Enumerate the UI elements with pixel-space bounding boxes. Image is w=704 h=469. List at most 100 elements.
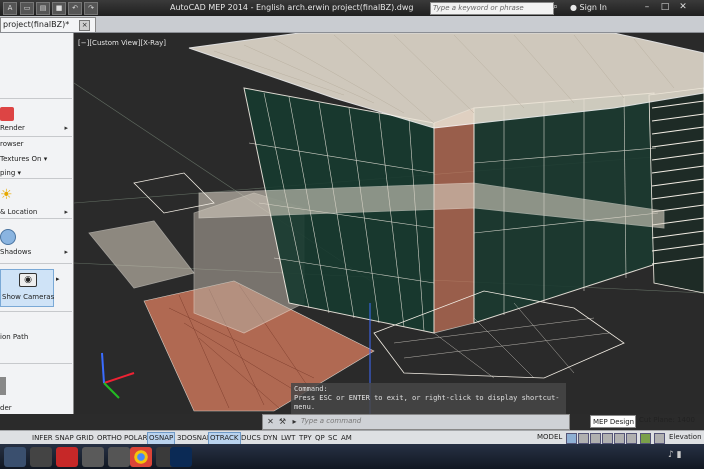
isolate-icon[interactable] xyxy=(654,433,665,444)
close-tab-icon[interactable]: × xyxy=(79,20,91,31)
new-icon[interactable]: ▭ xyxy=(20,2,34,15)
title-bar: A ▭ ▤ ■ ↶ ↷ AutoCAD MEP 2014 - English a… xyxy=(0,0,704,16)
app-tools-icon[interactable] xyxy=(108,447,130,467)
save-icon[interactable]: ■ xyxy=(52,2,66,15)
tab-document-label: project(finalBZ)* xyxy=(3,20,70,29)
cut-plane-value: 1400 xyxy=(677,416,695,424)
brick-column xyxy=(433,107,475,334)
search-input[interactable]: Type a keyword or phrase xyxy=(430,2,554,15)
palette-item-render-folder[interactable]: der xyxy=(0,404,70,412)
louvered-wall xyxy=(648,87,704,294)
expand-arrow-icon[interactable]: ▸ xyxy=(64,208,68,216)
file-tab-strip: project(finalBZ)* × xyxy=(0,16,704,33)
layout-icon[interactable] xyxy=(566,433,577,444)
palette-divider xyxy=(0,98,72,99)
palette-item-shadows[interactable]: Shadows ▸ xyxy=(0,248,70,256)
expand-arrow-icon[interactable]: ▸ xyxy=(64,124,68,132)
palette-item-location[interactable]: & Location ▸ xyxy=(0,208,70,216)
dropdown-arrow-icon[interactable]: ▾ xyxy=(44,155,48,163)
command-prompt-icon: ▸ xyxy=(292,417,297,426)
palette-item-textures[interactable]: Textures On ▾ xyxy=(0,155,70,163)
annotation-scale-icon[interactable] xyxy=(614,433,625,444)
palette-item-label: Textures On xyxy=(0,155,42,163)
model-space-button[interactable]: MODEL xyxy=(537,432,562,443)
workspace-switch-icon[interactable] xyxy=(626,433,637,444)
command-input[interactable]: Type a command xyxy=(301,417,361,425)
palette-divider xyxy=(0,178,72,179)
volume-icon[interactable]: ♪ xyxy=(668,450,674,460)
sign-in-label: Sign In xyxy=(579,3,607,12)
palette-divider xyxy=(0,311,72,312)
system-tray[interactable]: ♪ ▮ xyxy=(668,450,702,463)
tool-palette: Render ▸ rowser Textures On ▾ ping ▾ ☀ & … xyxy=(0,33,74,414)
palette-item-history[interactable]: ory xyxy=(0,413,70,414)
command-history-line: menu. xyxy=(294,403,316,411)
drawing-viewport[interactable]: [−][Custom View][X-Ray] xyxy=(74,33,704,414)
status-bar: INFER SNAP GRID ORTHO POLAR OSNAP 3DOSNA… xyxy=(0,430,704,445)
expand-arrow-icon[interactable]: ▸ xyxy=(56,275,70,283)
elevation-label[interactable]: Elevation xyxy=(669,432,702,443)
chrome-icon[interactable] xyxy=(130,447,152,467)
command-line[interactable]: ✕ ⚒ ▸ Type a command xyxy=(262,414,570,430)
close-button[interactable]: ✕ xyxy=(676,1,690,14)
minimize-button[interactable]: – xyxy=(640,1,654,14)
view-controls-label[interactable]: [−][Custom View][X-Ray] xyxy=(78,39,166,47)
sign-in-link[interactable]: ● Sign In xyxy=(570,3,607,12)
canopy-slab xyxy=(88,220,195,289)
redo-icon[interactable]: ↷ xyxy=(84,2,98,15)
lock-icon[interactable] xyxy=(640,433,651,444)
pan-icon[interactable] xyxy=(590,433,601,444)
open-icon[interactable]: ▤ xyxy=(36,2,50,15)
start-icon[interactable] xyxy=(4,447,26,467)
wrench-icon[interactable]: ⚒ xyxy=(278,417,287,426)
palette-divider xyxy=(0,136,72,137)
close-icon[interactable]: ✕ xyxy=(266,417,275,426)
palette-item-label: ory xyxy=(0,413,11,414)
palette-divider xyxy=(0,218,72,219)
app-gear-icon[interactable] xyxy=(82,447,104,467)
cut-plane-label: Cut Plane: xyxy=(639,416,675,424)
palette-item-label: rowser xyxy=(0,140,24,148)
palette-item-render[interactable]: Render ▸ xyxy=(0,124,70,132)
render-icon xyxy=(0,107,14,121)
shadows-icon xyxy=(0,229,16,245)
xray-building-model xyxy=(74,33,704,414)
folder-icon xyxy=(0,377,6,395)
palette-divider xyxy=(0,263,72,264)
windows-taskbar: ♪ ▮ xyxy=(0,444,704,469)
window-title: AutoCAD MEP 2014 - English arch.erwin pr… xyxy=(170,3,414,12)
search-icon[interactable]: ⌕ xyxy=(553,2,558,12)
ucs-icon xyxy=(101,352,135,399)
network-icon[interactable]: ▮ xyxy=(677,450,682,460)
photoshop-icon[interactable] xyxy=(170,447,192,467)
zoom-icon[interactable] xyxy=(602,433,613,444)
command-history-line: Press ESC or ENTER to exit, or right-cli… xyxy=(294,394,560,402)
workspace-value: MEP Design xyxy=(593,418,635,426)
palette-item-label: ping xyxy=(0,169,16,177)
tab-document[interactable]: project(finalBZ)* × xyxy=(0,17,97,32)
command-history-line: Command: xyxy=(294,385,328,393)
expand-arrow-icon[interactable]: ▸ xyxy=(64,248,68,256)
maximize-button[interactable]: □ xyxy=(658,1,672,14)
sun-icon: ☀ xyxy=(0,187,13,203)
app-n-icon[interactable] xyxy=(30,447,52,467)
palette-item-motion-path[interactable]: ion Path xyxy=(0,333,70,341)
show-cameras-button[interactable]: ◉ Show Cameras xyxy=(0,269,54,307)
palette-item-label: Shadows xyxy=(0,248,32,256)
camera-icon: ◉ xyxy=(19,273,37,287)
palette-item-browser[interactable]: rowser xyxy=(0,140,70,148)
autocad-icon[interactable] xyxy=(56,447,78,467)
workspace-select[interactable]: MEP Design ▾ xyxy=(590,415,636,439)
palette-item-label: ion Path xyxy=(0,333,29,341)
palette-item-label: & Location xyxy=(0,208,38,216)
palette-item-mapping[interactable]: ping ▾ xyxy=(0,169,70,177)
undo-icon[interactable]: ↶ xyxy=(68,2,82,15)
dropdown-arrow-icon[interactable]: ▾ xyxy=(18,169,22,177)
app-menu-icon[interactable]: A xyxy=(3,2,17,15)
cut-plane[interactable]: Cut Plane: 1400 xyxy=(639,416,695,424)
palette-item-label: der xyxy=(0,404,12,412)
palette-item-label: Render xyxy=(0,124,25,132)
command-history: Command: Press ESC or ENTER to exit, or … xyxy=(291,383,566,416)
quick-view-icon[interactable] xyxy=(578,433,589,444)
show-cameras-label: Show Cameras xyxy=(2,293,55,301)
